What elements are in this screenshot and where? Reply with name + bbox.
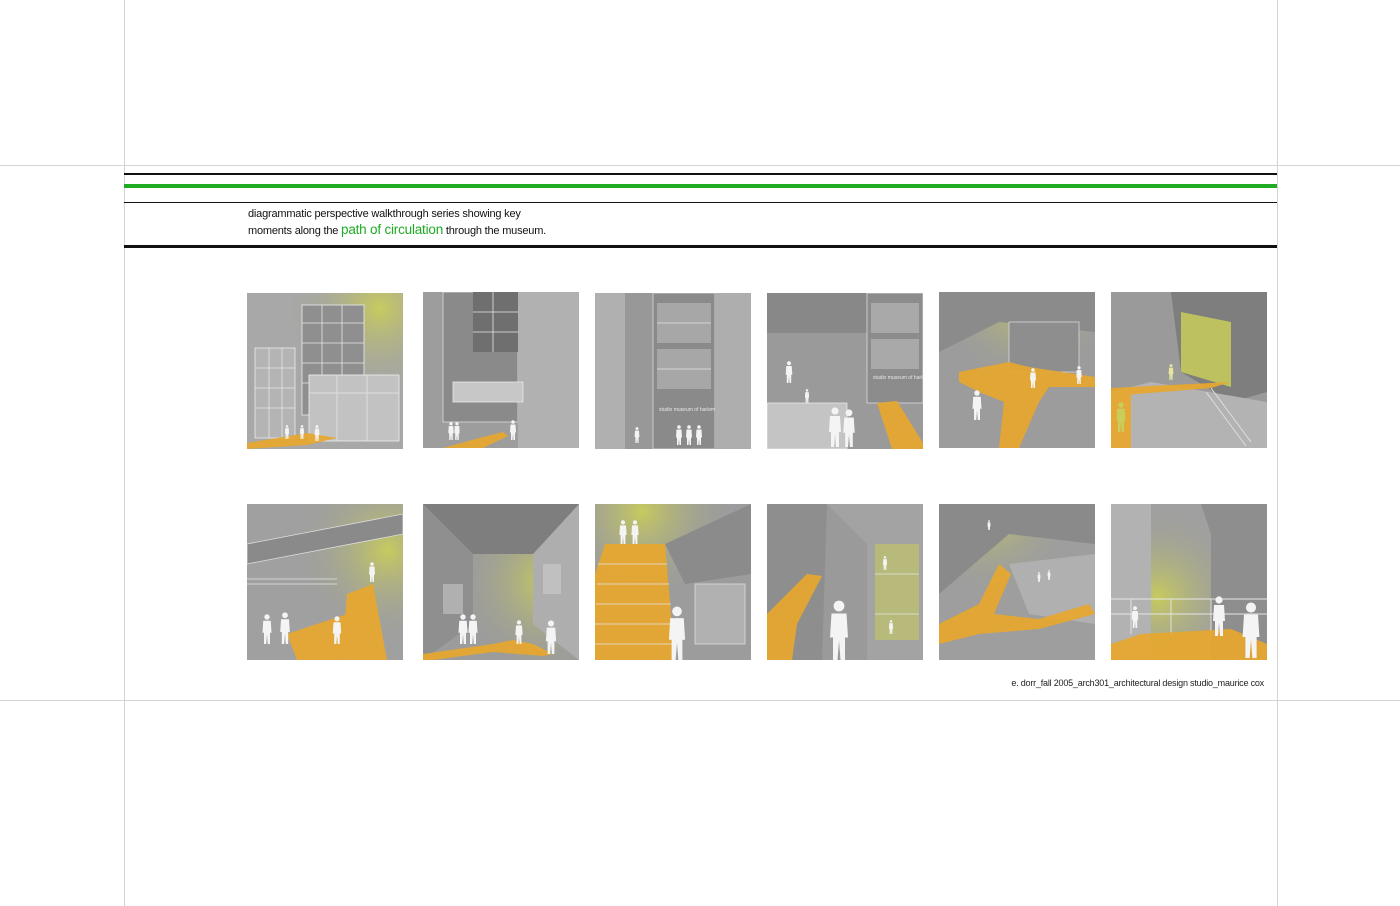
credit-line: e. dorr_fall 2005_arch301_architectural … [1011, 678, 1264, 688]
perspective-sketch: studio museum of harlem [595, 293, 751, 449]
caption-line-1: diagrammatic perspective walkthrough ser… [248, 208, 521, 220]
guide-line-bottom [0, 700, 1400, 701]
header-rule-green [124, 184, 1277, 188]
perspective-sketch [423, 292, 579, 448]
perspective-panel-11 [939, 504, 1095, 660]
perspective-sketch [1111, 504, 1267, 660]
guide-line-left [124, 0, 125, 906]
perspective-panel-12 [1111, 504, 1267, 660]
guide-line-right [1277, 0, 1278, 906]
perspective-sketch [247, 504, 403, 660]
perspective-sketch [767, 504, 923, 660]
perspective-panel-6 [1111, 292, 1267, 448]
perspective-sketch [939, 292, 1095, 448]
caption-highlight: path of circulation [341, 222, 444, 237]
perspective-panel-8 [423, 504, 579, 660]
caption-text-after: through the museum. [445, 225, 547, 237]
caption: diagrammatic perspective walkthrough ser… [248, 206, 546, 239]
header-rule-black-top [124, 173, 1277, 175]
perspective-panel-7 [247, 504, 403, 660]
perspective-sketch [939, 504, 1095, 660]
caption-text-before: moments along the [248, 225, 339, 237]
guide-line-top [0, 165, 1400, 166]
perspective-sketch [595, 504, 751, 660]
perspective-panel-1 [247, 293, 403, 449]
caption-line-2: moments along the path of circulation th… [248, 222, 546, 239]
perspective-sketch: studio museum of harlem [767, 293, 923, 449]
perspective-panel-9 [595, 504, 751, 660]
perspective-panel-4: studio museum of harlem [767, 293, 923, 449]
header-rule-black-bottom [124, 245, 1277, 248]
svg-text:studio museum of harlem: studio museum of harlem [873, 375, 923, 381]
perspective-sketch [423, 504, 579, 660]
svg-text:studio museum of harlem: studio museum of harlem [659, 407, 715, 413]
perspective-panel-10 [767, 504, 923, 660]
perspective-panel-3: studio museum of harlem [595, 293, 751, 449]
perspective-panel-2 [423, 292, 579, 448]
perspective-panel-5 [939, 292, 1095, 448]
perspective-sketch [1111, 292, 1267, 448]
perspective-sketch [247, 293, 403, 449]
header-rule-black-mid [124, 202, 1277, 203]
